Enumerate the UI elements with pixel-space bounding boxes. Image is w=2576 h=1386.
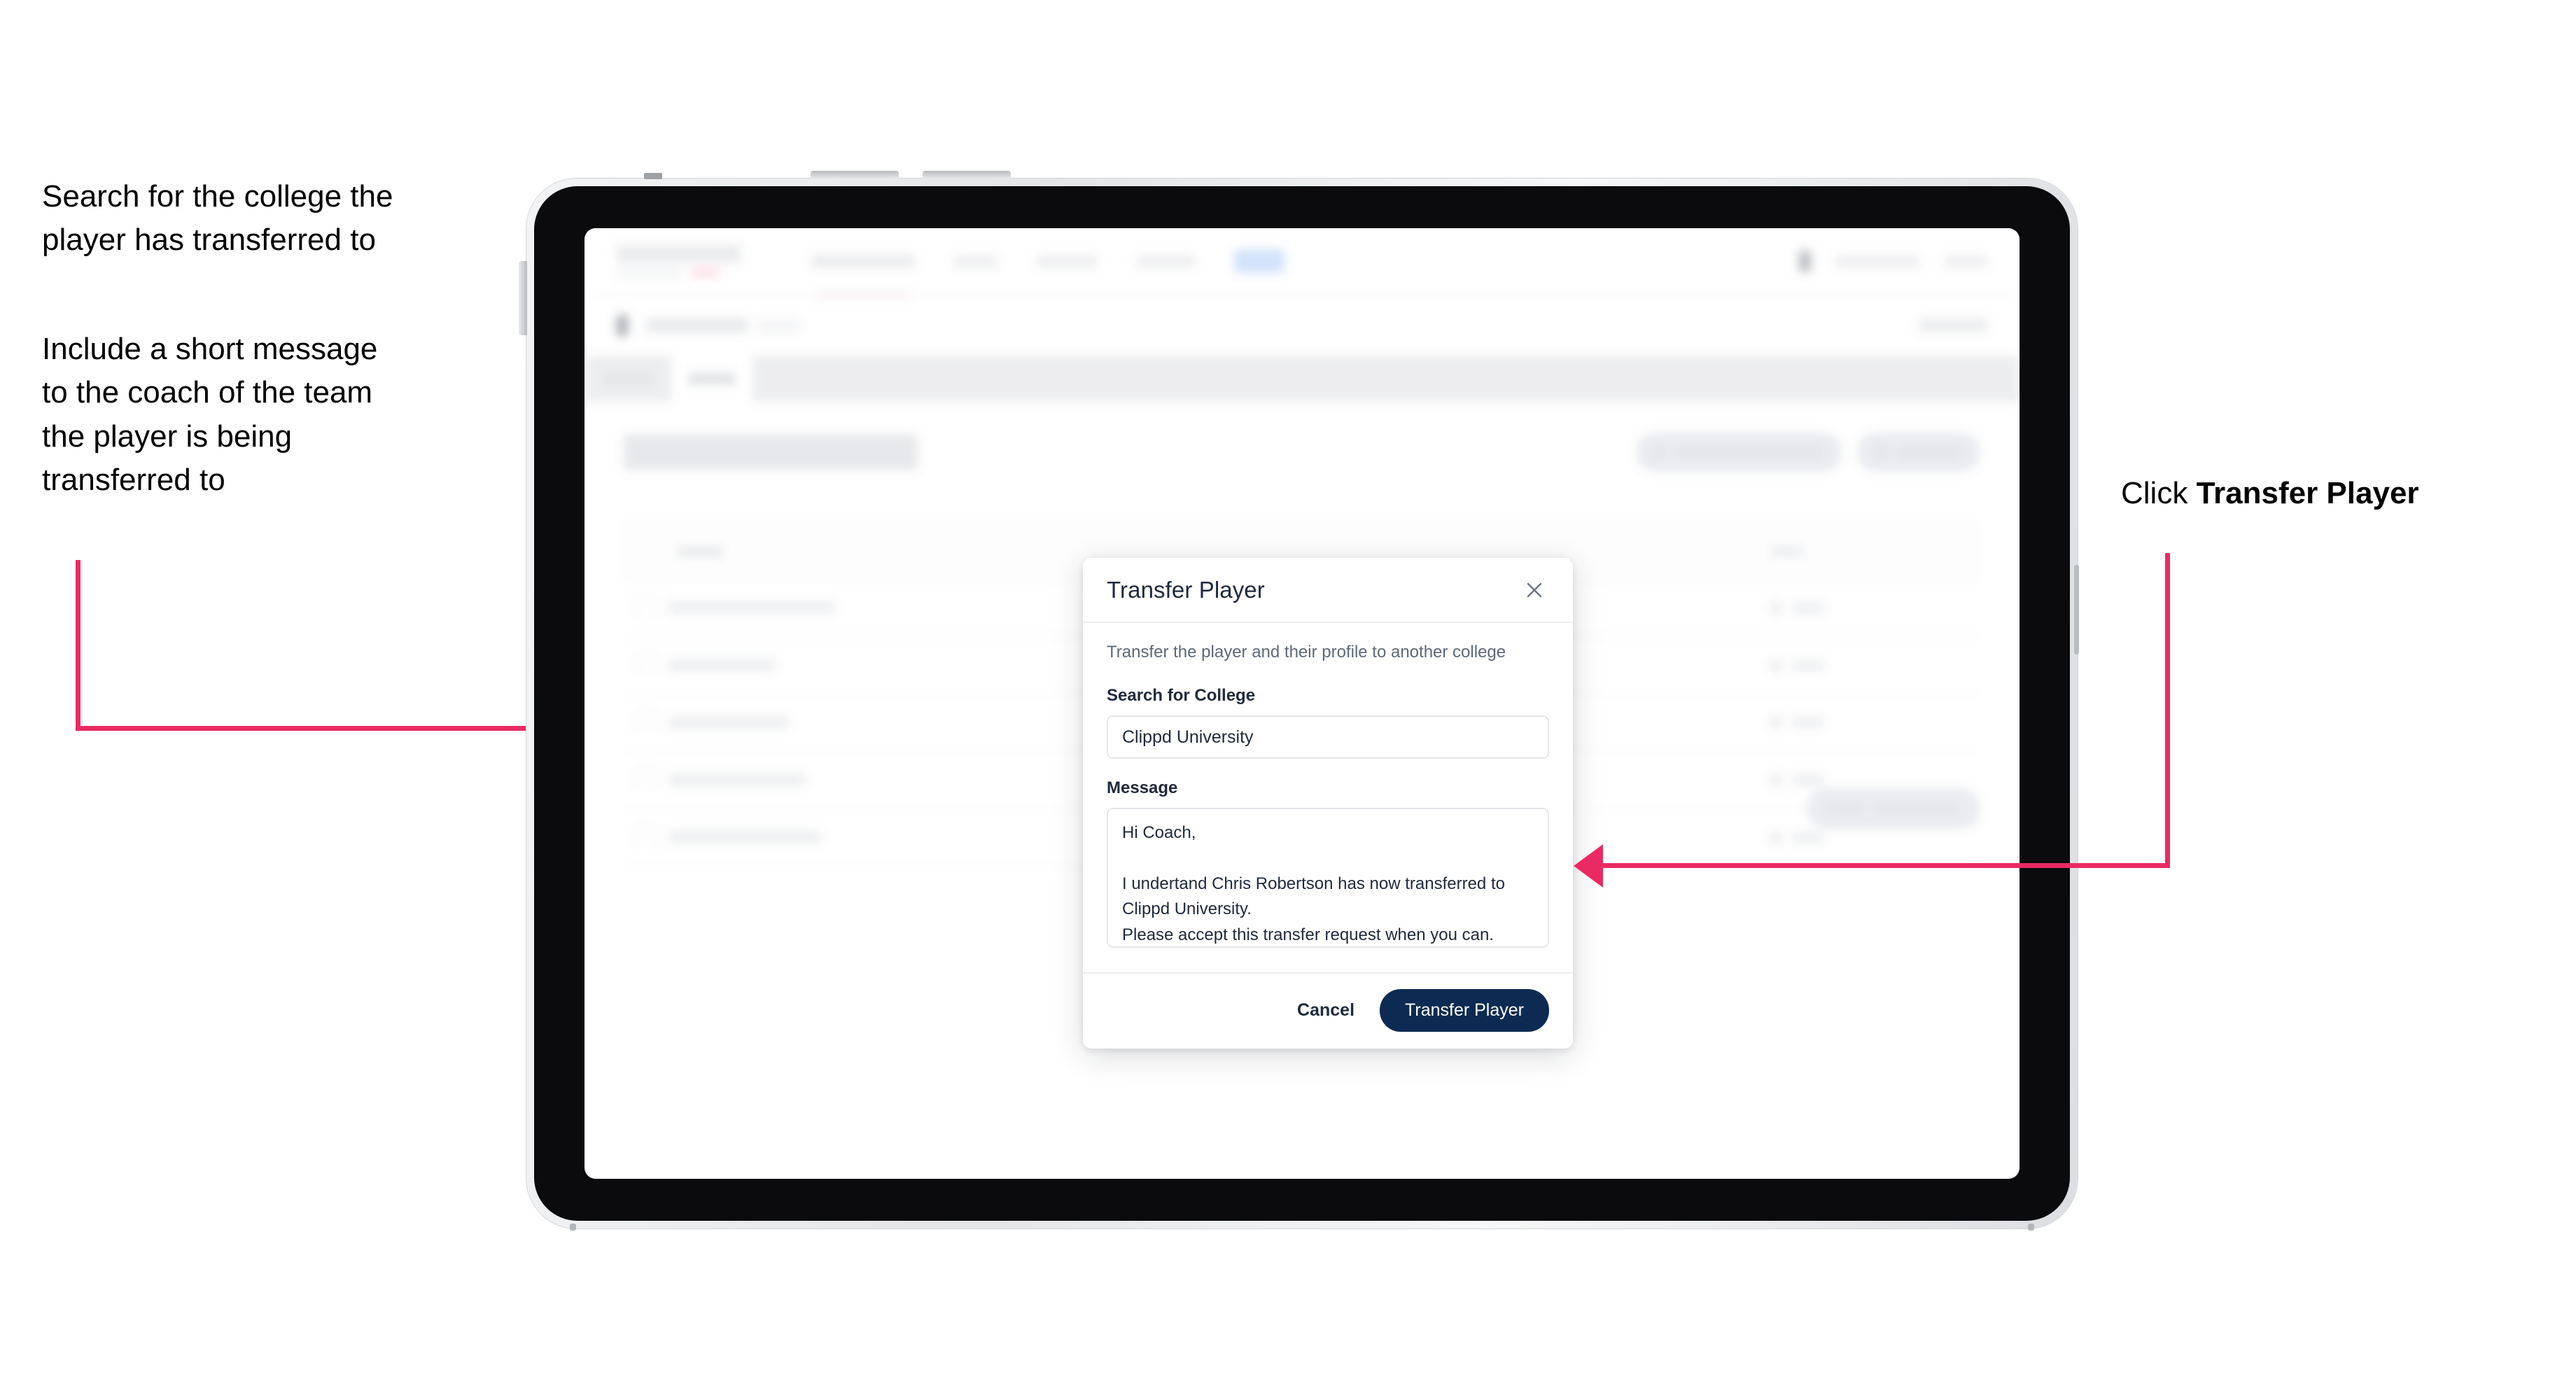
college-field-label: Search for College <box>1107 686 1256 705</box>
antenna-line-right <box>2074 565 2079 654</box>
annotation-click-bold: Transfer Player <box>2196 476 2419 510</box>
antenna-line-bottom-left <box>570 1224 576 1231</box>
annotation-include-message: Include a short message to the coach of … <box>42 332 378 498</box>
antenna-line-bottom-right <box>2028 1224 2034 1231</box>
search-college-input[interactable] <box>1107 715 1549 759</box>
message-textarea[interactable] <box>1107 808 1549 948</box>
power-button[interactable] <box>519 261 527 335</box>
cancel-button[interactable]: Cancel <box>1293 993 1359 1028</box>
transfer-player-button[interactable]: Transfer Player <box>1380 989 1549 1032</box>
annotation-click-prefix: Click <box>2121 476 2197 510</box>
annotation-arrow-left-vertical <box>76 560 80 730</box>
camera-dot <box>644 173 662 179</box>
annotation-search-college: Search for the college the player has tr… <box>42 179 393 258</box>
screenshot-canvas: Search for the college the player has tr… <box>0 0 2576 1386</box>
tablet-bezel: Transfer Player Transfer the player and … <box>534 186 2070 1221</box>
annotation-arrow-right-vertical <box>2165 553 2170 868</box>
annotation-arrow-right-head <box>1574 844 1603 888</box>
tablet-device-frame: Transfer Player Transfer the player and … <box>519 171 2079 1231</box>
volume-up-button[interactable] <box>811 171 899 179</box>
modal-title: Transfer Player <box>1107 576 1265 603</box>
close-icon[interactable] <box>1520 575 1549 605</box>
modal-header: Transfer Player <box>1083 558 1573 623</box>
modal-body: Transfer the player and their profile to… <box>1083 623 1573 972</box>
volume-down-button[interactable] <box>923 171 1011 179</box>
modal-footer: Cancel Transfer Player <box>1083 972 1573 1049</box>
message-field-label: Message <box>1107 778 1178 797</box>
tablet-screen: Transfer Player Transfer the player and … <box>584 228 2019 1179</box>
annotation-arrow-right-horizontal <box>1603 863 2170 868</box>
modal-subtitle: Transfer the player and their profile to… <box>1107 643 1506 662</box>
annotation-click-transfer-player: Click Transfer Player <box>2121 476 2419 511</box>
transfer-player-modal: Transfer Player Transfer the player and … <box>1083 558 1573 1049</box>
